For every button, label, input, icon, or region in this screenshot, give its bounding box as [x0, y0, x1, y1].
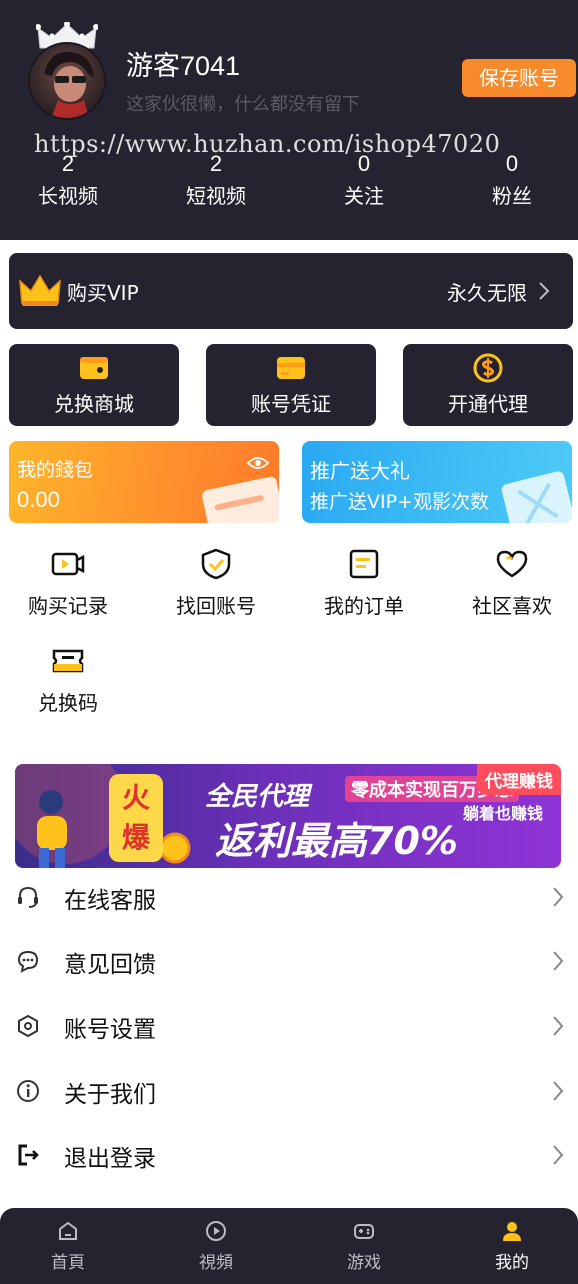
stat-value: 0 — [505, 151, 519, 176]
avatar — [28, 42, 106, 120]
stat-followers[interactable]: 0 粉丝 — [442, 150, 578, 212]
stat-label: 短视频 — [186, 184, 246, 208]
tab-home[interactable]: 首頁 — [18, 1220, 118, 1273]
username: 游客7041 — [126, 51, 241, 81]
exchange-mall-button[interactable]: 兑换商城 — [9, 344, 179, 426]
hot-badge: 火爆 — [109, 774, 163, 862]
agency-promo-banner[interactable]: 火爆 全民代理 返利最高70% 零成本实现百万梦想 躺着也赚钱 代理赚钱 — [15, 764, 561, 868]
action-label: 兑换商城 — [54, 392, 134, 416]
chevron-right-icon — [553, 1016, 564, 1036]
chat-bubble-icon — [17, 950, 39, 973]
stat-following[interactable]: 0 关注 — [294, 150, 434, 212]
banner-main-text: 返利最高70% — [215, 819, 458, 863]
profile-header: 游客7041 这家伙很懒，什么都没有留下 保存账号 https://www.hu… — [0, 0, 578, 240]
account-credential-button[interactable]: 账号凭证 — [206, 344, 376, 426]
home-icon — [59, 1221, 77, 1240]
order-list-icon — [349, 549, 379, 579]
chevron-right-icon — [553, 951, 564, 971]
purchase-record-item[interactable]: 购买记录 — [0, 548, 138, 619]
my-orders-item[interactable]: 我的订单 — [294, 548, 434, 619]
gift-ticket-icon — [501, 471, 572, 523]
recover-account-item[interactable]: 找回账号 — [146, 548, 286, 619]
chevron-right-icon — [553, 887, 564, 907]
credential-card-icon — [277, 357, 305, 379]
my-wallet-card[interactable]: 我的錢包 0.00 — [9, 441, 279, 523]
promo-gift-card[interactable]: 推广送大礼 推广送VIP+观影次数 — [302, 441, 572, 523]
promo-title: 推广送大礼 — [310, 459, 410, 483]
tab-mine[interactable]: 我的 — [462, 1220, 562, 1273]
grid-label: 社区喜欢 — [472, 594, 552, 618]
hexagon-settings-icon — [18, 1014, 38, 1038]
heart-icon — [496, 550, 528, 578]
save-account-button[interactable]: 保存账号 — [462, 59, 576, 97]
banner-tag: 代理赚钱 — [477, 764, 561, 795]
tab-label: 游戏 — [347, 1253, 381, 1273]
grid-label: 找回账号 — [176, 594, 256, 618]
grid-label: 购买记录 — [28, 594, 108, 618]
chevron-right-icon — [553, 1081, 564, 1101]
chevron-right-icon — [539, 282, 550, 300]
wallet-title: 我的錢包 — [17, 459, 94, 481]
action-label: 开通代理 — [448, 392, 528, 416]
banner-headline: 全民代理 — [205, 782, 310, 812]
menu-online-support[interactable]: 在线客服 — [0, 864, 578, 928]
ticket-icon — [52, 649, 84, 673]
user-bio: 这家伙很懒，什么都没有留下 — [126, 94, 360, 115]
stat-label: 粉丝 — [492, 184, 532, 208]
vip-status: 永久无限 — [447, 281, 527, 305]
chevron-right-icon — [553, 1145, 564, 1165]
menu-logout[interactable]: 退出登录 — [0, 1122, 578, 1186]
tab-label: 視頻 — [199, 1253, 233, 1273]
buy-vip-bar[interactable]: 购买VIP 永久无限 — [9, 253, 573, 329]
stat-short-videos[interactable]: 2 短视频 — [146, 150, 286, 212]
stat-long-videos[interactable]: 2 长视频 — [0, 150, 138, 212]
menu-label: 账号设置 — [64, 1017, 156, 1043]
play-icon — [206, 1221, 226, 1241]
vip-crown-icon — [19, 274, 61, 306]
menu-label: 意见回馈 — [64, 952, 156, 978]
avatar-container[interactable] — [26, 22, 106, 120]
menu-label: 在线客服 — [64, 888, 156, 914]
banner-subslogan: 躺着也赚钱 — [463, 804, 544, 823]
tab-videos[interactable]: 視頻 — [166, 1220, 266, 1273]
promo-subtitle: 推广送VIP+观影次数 — [310, 491, 489, 513]
action-label: 账号凭证 — [251, 392, 331, 416]
user-icon — [503, 1222, 521, 1241]
menu-label: 退出登录 — [64, 1146, 156, 1172]
wallet-decoration-icon — [202, 476, 279, 523]
grid-label: 兑换码 — [38, 691, 98, 715]
stat-value: 0 — [357, 151, 371, 176]
menu-feedback[interactable]: 意见回馈 — [0, 928, 578, 992]
open-agency-button[interactable]: 开通代理 — [403, 344, 573, 426]
wallet-balance: 0.00 — [17, 487, 60, 512]
menu-label: 关于我们 — [64, 1082, 156, 1108]
info-icon — [17, 1080, 39, 1102]
purchase-record-icon — [51, 552, 85, 576]
headset-icon — [18, 886, 38, 908]
logout-icon — [18, 1144, 39, 1166]
dollar-coin-icon — [473, 353, 503, 383]
stat-label: 关注 — [344, 184, 384, 208]
community-likes-item[interactable]: 社区喜欢 — [442, 548, 578, 619]
shield-check-icon — [201, 548, 231, 580]
redeem-code-item[interactable]: 兑换码 — [0, 645, 138, 716]
grid-label: 我的订单 — [324, 594, 404, 618]
stat-label: 长视频 — [38, 184, 98, 208]
shop-card-icon — [80, 357, 108, 379]
gamepad-icon — [354, 1224, 374, 1239]
vip-title: 购买VIP — [67, 281, 139, 305]
tab-label: 我的 — [495, 1253, 529, 1273]
bottom-tab-bar: 首頁 視頻 游戏 我的 — [0, 1208, 578, 1284]
menu-account-settings[interactable]: 账号设置 — [0, 993, 578, 1057]
menu-about-us[interactable]: 关于我们 — [0, 1058, 578, 1122]
tab-label: 首頁 — [51, 1253, 85, 1273]
stat-value: 2 — [61, 151, 75, 176]
stat-value: 2 — [209, 151, 223, 176]
tab-games[interactable]: 游戏 — [314, 1220, 414, 1273]
